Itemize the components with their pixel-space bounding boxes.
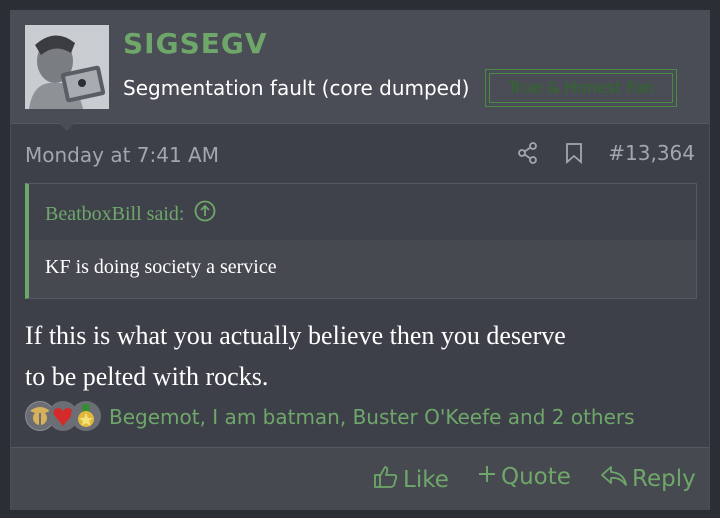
user-header: SIGSEGV Segmentation fault (core dumped)… [11, 11, 709, 124]
thumbs-up-icon [373, 464, 399, 496]
username[interactable]: SIGSEGV [123, 27, 268, 60]
message-line-2: to be pelted with rocks. [25, 362, 269, 391]
message-line-1: If this is what you actually believe the… [25, 321, 566, 350]
post-meta-actions: #13,364 [516, 141, 695, 165]
quote-block: BeatboxBill said: KF is doing society a … [25, 183, 697, 299]
reply-arrow-icon [600, 464, 628, 494]
reactions-list[interactable]: Begemot, I am batman, Buster O'Keefe and… [109, 405, 635, 429]
like-button[interactable]: Like [373, 464, 449, 496]
user-title: Segmentation fault (core dumped) [123, 76, 470, 100]
post-message: If this is what you actually believe the… [25, 315, 697, 397]
reaction-icons [25, 401, 101, 433]
plus-icon [477, 464, 497, 490]
post-actions-bar: Like Quote Reply [11, 447, 709, 510]
user-banner-label: True & Honest Fan [489, 73, 673, 103]
user-banner: True & Honest Fan [485, 69, 677, 107]
quote-body: KF is doing society a service [29, 240, 696, 298]
quote-header: BeatboxBill said: [29, 184, 696, 240]
quote-text: KF is doing society a service [45, 256, 277, 278]
post-number[interactable]: #13,364 [608, 141, 695, 165]
reply-button[interactable]: Reply [600, 464, 696, 494]
medal-icon [71, 401, 101, 431]
bookmark-icon[interactable] [562, 141, 586, 165]
arrow-up-circle-icon[interactable] [194, 200, 216, 228]
avatar-image [25, 25, 109, 109]
forum-post: SIGSEGV Segmentation fault (core dumped)… [10, 10, 710, 510]
quote-label: Quote [501, 464, 571, 490]
reactions-bar[interactable]: Begemot, I am batman, Buster O'Keefe and… [25, 401, 635, 433]
avatar[interactable] [25, 25, 109, 109]
quote-author[interactable]: BeatboxBill said: [45, 200, 216, 228]
quote-button[interactable]: Quote [477, 464, 571, 490]
quote-author-label: BeatboxBill said: [45, 202, 185, 225]
reply-label: Reply [632, 466, 696, 492]
header-pointer [59, 123, 75, 131]
post-date[interactable]: Monday at 7:41 AM [25, 143, 219, 167]
share-icon[interactable] [516, 141, 540, 165]
like-label: Like [403, 467, 449, 493]
page: SIGSEGV Segmentation fault (core dumped)… [0, 0, 720, 518]
